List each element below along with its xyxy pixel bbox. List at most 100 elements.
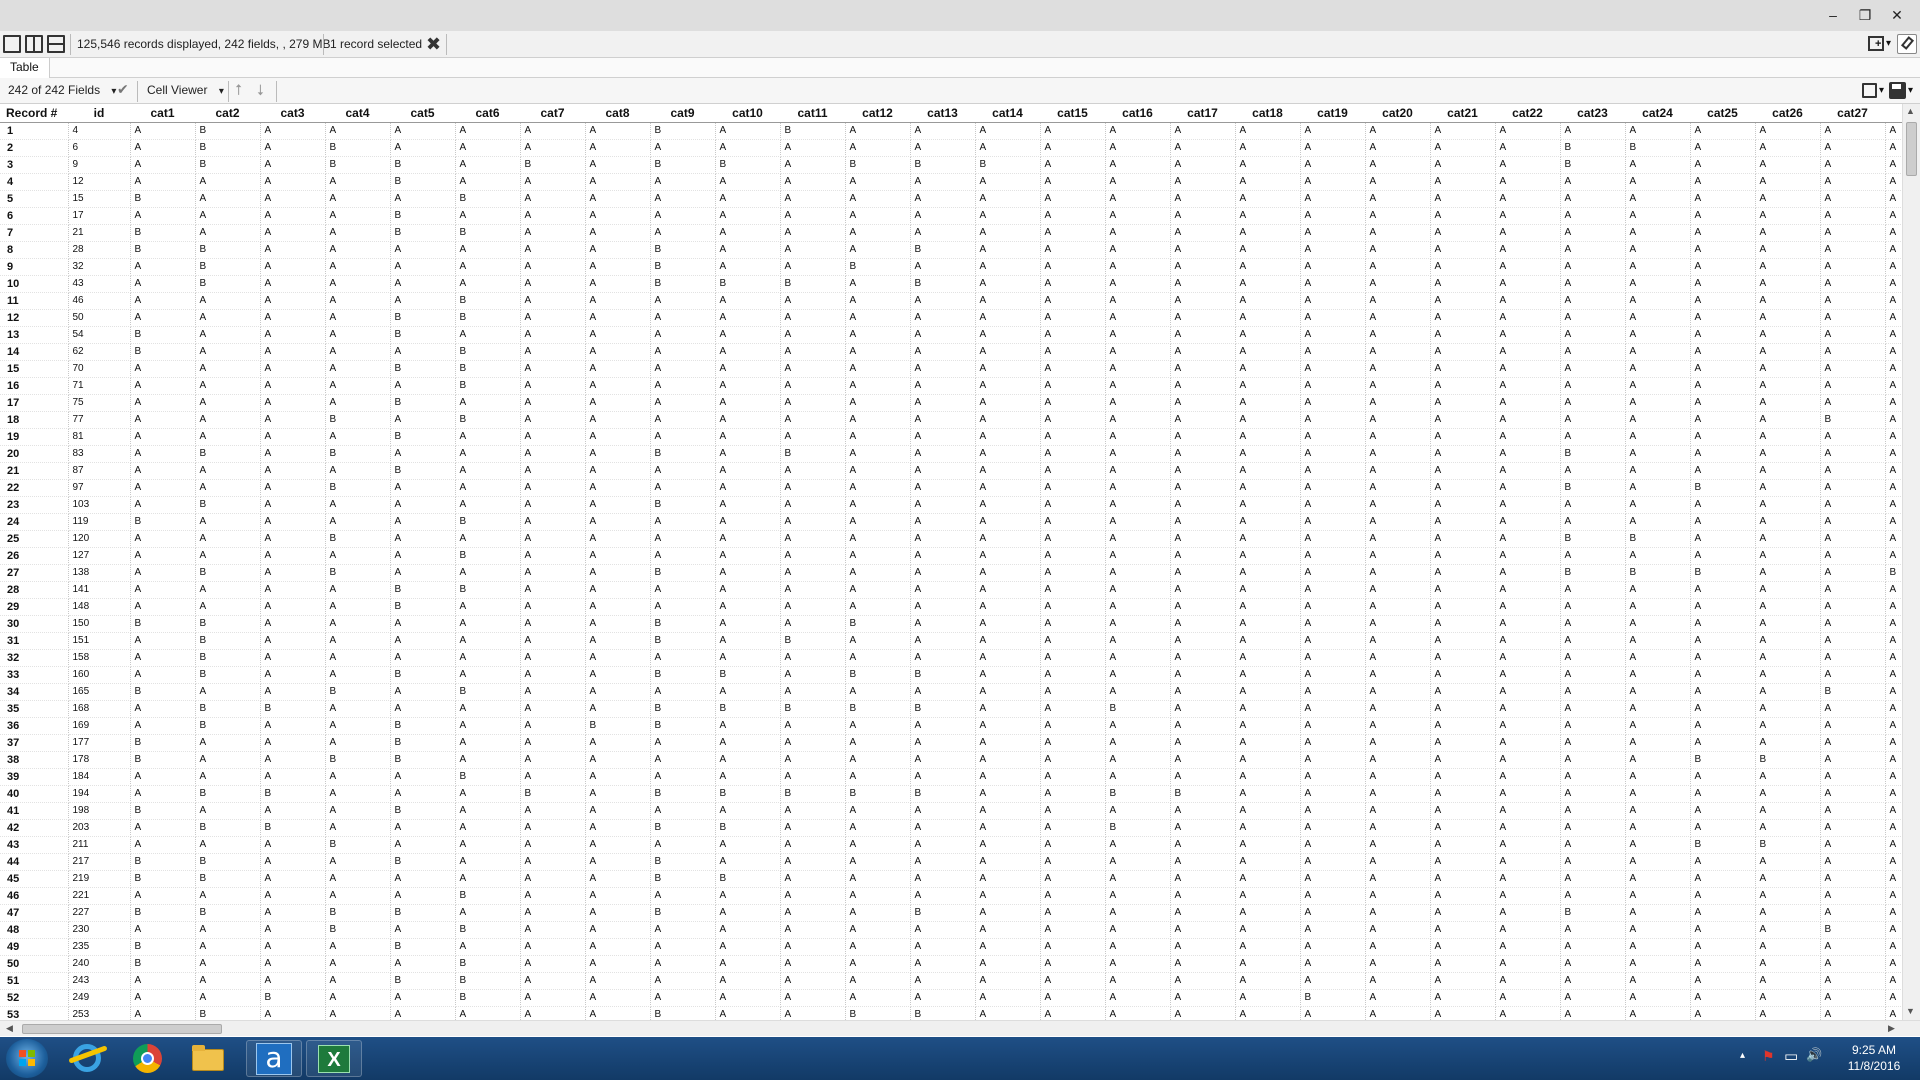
table-cell[interactable]: A (910, 802, 976, 820)
table-cell[interactable]: A (1625, 207, 1691, 225)
table-cell[interactable]: A (1365, 904, 1431, 922)
record-number-cell[interactable]: 33 (0, 666, 69, 684)
table-cell[interactable]: A (780, 972, 846, 990)
table-cell[interactable]: B (390, 309, 456, 327)
table-cell[interactable]: A (780, 224, 846, 242)
table-cell[interactable]: 230 (68, 921, 131, 939)
table-cell[interactable]: A (650, 547, 716, 565)
add-window-dropdown-icon[interactable]: ▾ (1886, 38, 1891, 49)
action-center-flag-icon[interactable]: ⚑ (1762, 1048, 1775, 1065)
table-cell[interactable]: A (1430, 224, 1496, 242)
table-cell[interactable]: A (1105, 394, 1171, 412)
table-cell[interactable]: A (1495, 156, 1561, 174)
table-cell[interactable]: A (1495, 802, 1561, 820)
table-cell[interactable]: B (1105, 700, 1171, 718)
table-row[interactable]: 18 77 A A A B A B A A A A A A A A A A A A A A A A A A A A B A (0, 411, 1902, 429)
table-cell[interactable]: A (325, 190, 391, 208)
table-cell[interactable]: A (1430, 428, 1496, 446)
table-cell[interactable]: A (1495, 445, 1561, 463)
table-cell[interactable]: A (845, 411, 911, 429)
table-cell[interactable]: B (130, 224, 196, 242)
table-cell[interactable]: A (910, 768, 976, 786)
table-cell[interactable]: A (1040, 343, 1106, 361)
table-cell[interactable]: A (390, 768, 456, 786)
table-cell[interactable]: A (780, 241, 846, 259)
table-cell[interactable]: B (195, 241, 261, 259)
table-cell[interactable]: A (1625, 598, 1691, 616)
record-number-cell[interactable]: 31 (0, 632, 69, 650)
table-cell[interactable]: A (260, 292, 326, 310)
table-row[interactable]: 24 119 B A A A A B A A A A A A A A A A A A A A A A A A A A A A (0, 513, 1902, 531)
table-cell[interactable]: A (1690, 734, 1756, 752)
table-cell[interactable]: A (1495, 734, 1561, 752)
table-cell[interactable]: A (520, 292, 586, 310)
table-cell[interactable]: A (975, 666, 1041, 684)
table-cell[interactable]: A (585, 819, 651, 837)
table-cell[interactable]: B (195, 853, 261, 871)
table-cell[interactable]: A (1430, 564, 1496, 582)
table-cell[interactable]: A (1365, 394, 1431, 412)
table-cell[interactable]: A (1625, 785, 1691, 803)
table-cell[interactable]: A (1690, 717, 1756, 735)
table-cell[interactable]: A (1235, 326, 1301, 344)
table-cell[interactable]: A (1300, 632, 1366, 650)
add-window-icon[interactable]: + (1868, 36, 1884, 51)
table-cell[interactable]: A (1430, 1006, 1496, 1020)
table-cell[interactable]: A (910, 751, 976, 769)
table-cell[interactable]: A (845, 598, 911, 616)
table-cell[interactable]: A (195, 734, 261, 752)
table-cell[interactable]: A (910, 360, 976, 378)
table-cell[interactable]: A (1235, 513, 1301, 531)
record-number-cell[interactable]: 1 (0, 122, 69, 140)
table-cell[interactable]: A (1625, 700, 1691, 718)
table-cell[interactable]: A (1040, 683, 1106, 701)
table-cell[interactable]: A (1690, 989, 1756, 1007)
table-cell[interactable]: A (1625, 904, 1691, 922)
column-header-cat22[interactable]: cat22 (1495, 104, 1560, 123)
table-cell[interactable]: A (1495, 887, 1561, 905)
table-cell[interactable]: B (1560, 156, 1626, 174)
table-cell[interactable]: A (1690, 122, 1756, 140)
table-cell[interactable]: A (1820, 904, 1886, 922)
table-cell[interactable]: A (975, 445, 1041, 463)
table-cell[interactable]: A (1560, 241, 1626, 259)
table-cell[interactable]: A (1885, 258, 1902, 276)
table-cell[interactable]: A (455, 870, 521, 888)
table-cell[interactable]: A (715, 360, 781, 378)
table-cell[interactable]: A (1300, 751, 1366, 769)
table-cell[interactable]: A (455, 734, 521, 752)
table-cell[interactable]: A (1430, 598, 1496, 616)
table-row[interactable]: 32 158 A B A A A A A A A A A A A A A A A A A A A A A A A A A A (0, 649, 1902, 667)
table-cell[interactable]: A (780, 989, 846, 1007)
table-cell[interactable]: A (1365, 632, 1431, 650)
table-cell[interactable]: B (390, 734, 456, 752)
table-cell[interactable]: A (1300, 207, 1366, 225)
table-cell[interactable]: A (1690, 496, 1756, 514)
column-header-cat19[interactable]: cat19 (1300, 104, 1365, 123)
table-cell[interactable]: A (1625, 156, 1691, 174)
table-cell[interactable]: A (1235, 411, 1301, 429)
table-cell[interactable]: A (1235, 292, 1301, 310)
table-cell[interactable]: A (1430, 156, 1496, 174)
table-cell[interactable]: A (1105, 173, 1171, 191)
table-cell[interactable]: A (1300, 1006, 1366, 1020)
column-header-cat3[interactable]: cat3 (260, 104, 325, 123)
table-cell[interactable]: A (1040, 1006, 1106, 1020)
table-cell[interactable]: B (130, 513, 196, 531)
table-cell[interactable]: A (715, 190, 781, 208)
table-row[interactable]: 13 54 B A A A B A A A A A A A A A A A A A A A A A A A A A A A (0, 326, 1902, 344)
table-cell[interactable]: A (1885, 700, 1902, 718)
table-cell[interactable]: A (325, 870, 391, 888)
table-cell[interactable]: A (1300, 360, 1366, 378)
table-cell[interactable]: A (650, 479, 716, 497)
table-cell[interactable]: 77 (68, 411, 131, 429)
table-cell[interactable]: A (520, 139, 586, 157)
table-cell[interactable]: A (715, 615, 781, 633)
table-cell[interactable]: A (1430, 904, 1496, 922)
table-cell[interactable]: A (1755, 292, 1821, 310)
table-cell[interactable]: A (975, 683, 1041, 701)
table-cell[interactable]: A (1040, 428, 1106, 446)
table-cell[interactable]: A (1040, 207, 1106, 225)
table-cell[interactable]: A (1235, 581, 1301, 599)
table-cell[interactable]: A (715, 309, 781, 327)
